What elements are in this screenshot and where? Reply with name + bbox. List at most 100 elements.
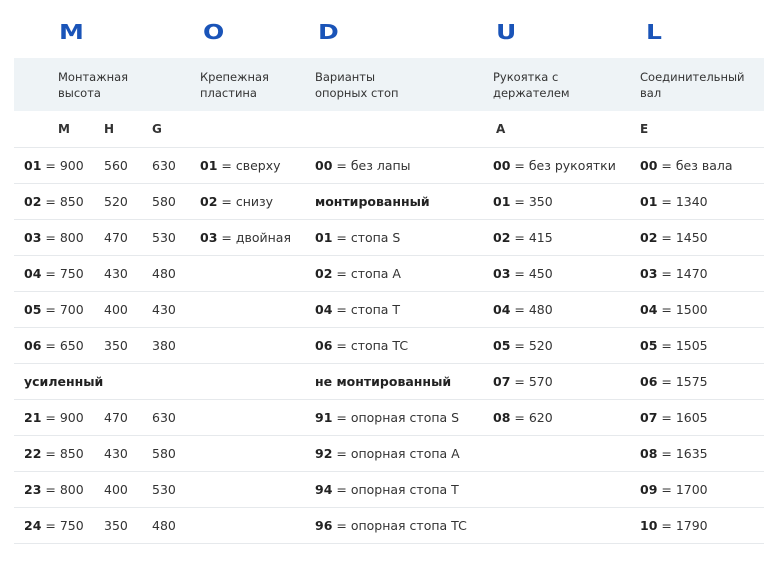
cell-g-value: 430 [152, 302, 176, 317]
cell-g-value: 480 [152, 518, 176, 533]
cell-code: 06 [640, 374, 658, 389]
cell-mounting-height: 02 = 850 [24, 194, 84, 209]
cell-value: = 850 [41, 446, 84, 461]
cell-value: = 1575 [657, 374, 708, 389]
cell-g-value: 380 [152, 338, 176, 353]
cell-mounting-height: 22 = 850 [24, 446, 84, 461]
cell-value: = стопа S [332, 230, 401, 245]
cell-value: = 650 [41, 338, 84, 353]
cell-value: = 800 [41, 230, 84, 245]
cell-shaft: 05 = 1505 [640, 338, 708, 353]
cell-code: 03 [24, 230, 42, 245]
cell-g-value: 530 [152, 230, 176, 245]
cell-shaft: 00 = без вала [640, 158, 733, 173]
cell-shaft: 06 = 1575 [640, 374, 708, 389]
cell-h-value: 350 [104, 338, 128, 353]
cell-mounting-plate: 01 = сверху [200, 158, 281, 173]
cell-value: = 1605 [657, 410, 708, 425]
cell-code: 22 [24, 446, 42, 461]
row-divider [14, 543, 764, 544]
cell-mounting-plate: 03 = двойная [200, 230, 291, 245]
cell-code: 04 [315, 302, 333, 317]
row-divider [14, 219, 764, 220]
header-mounting-plate: Крепежная пластина [200, 70, 269, 100]
cell-value: = 1505 [657, 338, 708, 353]
cell-support-foot: 01 = стопа S [315, 230, 400, 245]
cell-code: 03 [200, 230, 218, 245]
cell-value: = без рукоятки [510, 158, 616, 173]
cell-support-foot: не монтированный [315, 374, 451, 389]
brand-letter-u: U [496, 20, 517, 44]
cell-value: = двойная [217, 230, 291, 245]
cell-value: = опорная стопа T [332, 482, 459, 497]
row-divider [14, 183, 764, 184]
cell-code: усиленный [24, 374, 104, 389]
cell-mounting-height: 05 = 700 [24, 302, 84, 317]
cell-code: 01 [200, 158, 218, 173]
cell-support-foot: монтированный [315, 194, 430, 209]
cell-mounting-height: 23 = 800 [24, 482, 84, 497]
header-support-feet: Варианты опорных стоп [315, 70, 399, 100]
cell-support-foot: 06 = стопа TC [315, 338, 408, 353]
cell-handle: 07 = 570 [493, 374, 553, 389]
cell-mounting-plate: 02 = снизу [200, 194, 273, 209]
cell-value: = 1635 [657, 446, 708, 461]
cell-mounting-height: 21 = 900 [24, 410, 84, 425]
cell-g-value: 580 [152, 194, 176, 209]
cell-mounting-height: 01 = 900 [24, 158, 84, 173]
cell-shaft: 08 = 1635 [640, 446, 708, 461]
brand-letter-l: L [646, 20, 662, 44]
cell-g-value: 630 [152, 158, 176, 173]
cell-value: = 900 [41, 410, 84, 425]
cell-code: не монтированный [315, 374, 452, 389]
cell-code: 01 [315, 230, 333, 245]
cell-support-foot: 02 = стопа A [315, 266, 401, 281]
cell-shaft: 07 = 1605 [640, 410, 708, 425]
cell-handle: 08 = 620 [493, 410, 553, 425]
cell-mounting-height: 04 = 750 [24, 266, 84, 281]
cell-code: 05 [24, 302, 42, 317]
brand-letter-o: O [203, 20, 225, 44]
cell-code: 23 [24, 482, 42, 497]
cell-shaft: 03 = 1470 [640, 266, 708, 281]
row-divider [14, 255, 764, 256]
cell-support-foot: 00 = без лапы [315, 158, 411, 173]
cell-mounting-height: усиленный [24, 374, 103, 389]
cell-h-value: 430 [104, 266, 128, 281]
cell-code: 96 [315, 518, 333, 533]
row-divider [14, 507, 764, 508]
cell-code: 01 [640, 194, 658, 209]
cell-support-foot: 04 = стопа T [315, 302, 400, 317]
cell-shaft: 02 = 1450 [640, 230, 708, 245]
cell-value: = 570 [510, 374, 553, 389]
cell-h-value: 520 [104, 194, 128, 209]
cell-value: = 800 [41, 482, 84, 497]
cell-g-value: 530 [152, 482, 176, 497]
cell-code: 94 [315, 482, 333, 497]
cell-value: = 450 [510, 266, 553, 281]
cell-value: = 520 [510, 338, 553, 353]
row-divider [14, 471, 764, 472]
row-divider [14, 399, 764, 400]
cell-h-value: 350 [104, 518, 128, 533]
cell-handle: 01 = 350 [493, 194, 553, 209]
cell-code: 00 [640, 158, 658, 173]
cell-code: 04 [493, 302, 511, 317]
cell-value: = 750 [41, 266, 84, 281]
cell-value: = опорная стопа S [332, 410, 460, 425]
cell-code: 05 [640, 338, 658, 353]
header-handle: Рукоятка с держателем [493, 70, 570, 100]
cell-h-value: 470 [104, 410, 128, 425]
row-divider [14, 327, 764, 328]
cell-code: 02 [24, 194, 42, 209]
cell-shaft: 01 = 1340 [640, 194, 708, 209]
cell-value: = 700 [41, 302, 84, 317]
cell-value: = стопа T [332, 302, 401, 317]
cell-code: 02 [200, 194, 218, 209]
cell-value: = стопа A [332, 266, 401, 281]
subheader-m: M [58, 122, 70, 136]
row-divider [14, 291, 764, 292]
cell-code: монтированный [315, 194, 430, 209]
cell-handle: 00 = без рукоятки [493, 158, 616, 173]
cell-value: = 750 [41, 518, 84, 533]
